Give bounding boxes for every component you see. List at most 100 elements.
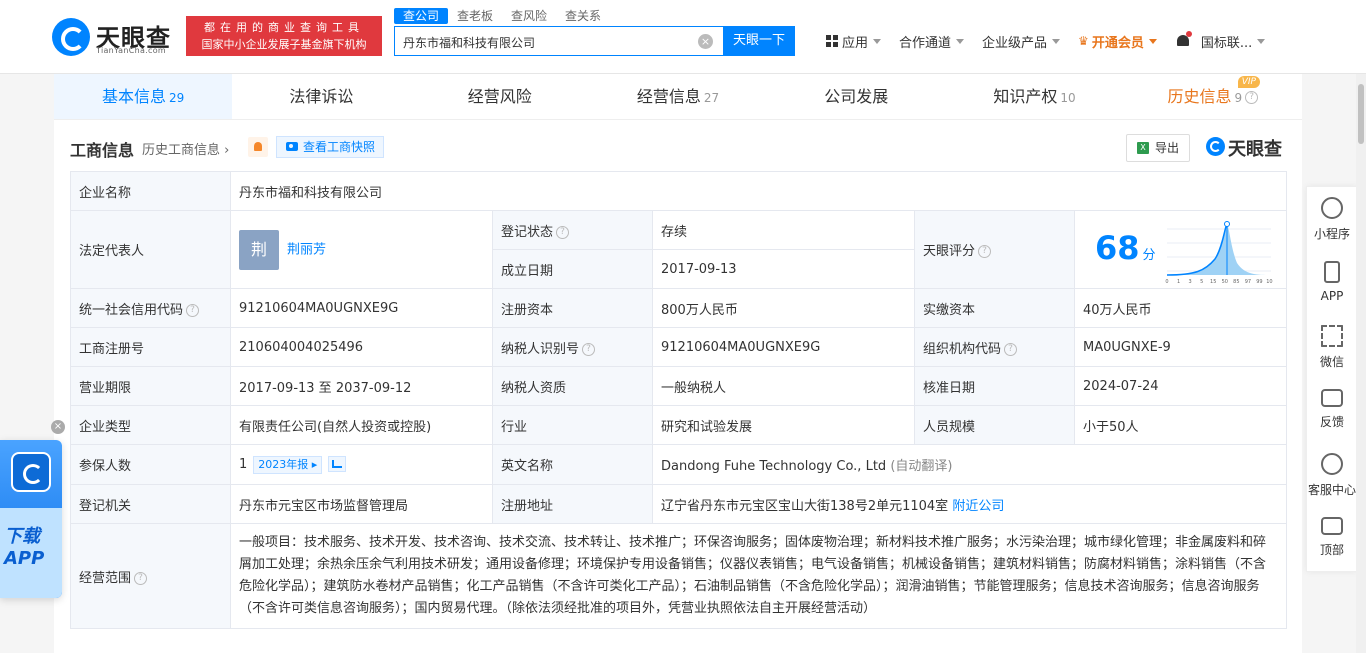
- tab-count: 29: [169, 91, 185, 105]
- clear-icon[interactable]: ×: [698, 34, 713, 49]
- score-unit: 分: [1142, 248, 1156, 263]
- tab-label: 经营信息: [636, 87, 701, 106]
- chevron-down-icon: [873, 38, 882, 44]
- snapshot-label: 查看工商快照: [303, 140, 376, 154]
- annual-report-button[interactable]: 2023年报 ▸: [253, 455, 323, 474]
- nav-user[interactable]: 国标联...: [1200, 32, 1266, 51]
- label-insured: 参保人数: [70, 444, 231, 485]
- sidebar-label: 反馈: [1319, 415, 1344, 429]
- score-marker: [1224, 221, 1230, 227]
- legal-rep-link[interactable]: 荆丽芳: [287, 242, 326, 257]
- score-value: 68: [1095, 229, 1140, 267]
- snapshot-button[interactable]: 查看工商快照: [276, 136, 384, 158]
- help-icon[interactable]: ?: [1245, 91, 1259, 104]
- label-reg-no: 工商注册号: [70, 327, 231, 367]
- logo-icon: [52, 18, 90, 56]
- score-cell[interactable]: 68分 0 1 3 5 15 50 85 97 99 100: [1073, 210, 1288, 289]
- org-code: MA0UGNXE-9: [1073, 327, 1288, 367]
- score-display: 68 分: [1095, 229, 1156, 267]
- search-tab-risk[interactable]: 查风险: [502, 8, 556, 24]
- page-scrollbar[interactable]: [1356, 74, 1366, 653]
- scrollbar-thumb[interactable]: [1358, 84, 1364, 144]
- reg-address: 辽宁省丹东市元宝区宝山大街138号2单元1104室: [661, 498, 949, 514]
- nav-apps[interactable]: 应用: [826, 32, 882, 51]
- sidebar-item-wechat[interactable]: 微信: [1307, 315, 1357, 379]
- industry: 研究和试验发展: [652, 405, 915, 445]
- sidebar-item-feedback[interactable]: 反馈: [1307, 379, 1357, 443]
- search-tab-boss[interactable]: 查老板: [448, 8, 502, 24]
- sidebar-item-top[interactable]: 顶部: [1307, 507, 1357, 571]
- founded-date: 2017-09-13: [652, 249, 915, 289]
- score-tick-label: 15: [1210, 279, 1216, 285]
- notification-bell-icon[interactable]: [1175, 31, 1192, 49]
- history-info-link[interactable]: 历史工商信息 ›: [142, 139, 229, 158]
- label-status: 登记状态?: [492, 210, 653, 250]
- tab-legal[interactable]: 法律诉讼: [232, 74, 410, 119]
- chevron-down-icon: [1148, 38, 1157, 44]
- label-taxpayer-id: 纳税人识别号?: [492, 327, 653, 367]
- sidebar-item-miniprogram[interactable]: 小程序: [1307, 187, 1357, 251]
- tab-ip[interactable]: 知识产权 10: [945, 74, 1123, 119]
- tab-risk[interactable]: 经营风险: [411, 74, 589, 119]
- customer-service-icon: [1321, 453, 1343, 475]
- staff-size: 小于50人: [1073, 405, 1288, 445]
- tab-basic-info[interactable]: 基本信息 29: [54, 74, 233, 119]
- tab-label: 公司发展: [824, 87, 889, 106]
- top-nav: 应用 合作通道 企业级产品 ♛ 开通会员 国标联...: [826, 30, 1283, 52]
- label-taxpayer-qual: 纳税人资质: [492, 366, 653, 406]
- help-icon[interactable]: ?: [978, 245, 992, 258]
- reg-capital: 800万人民币: [652, 288, 915, 328]
- nav-coop[interactable]: 合作通道: [899, 32, 965, 51]
- logo[interactable]: 天眼查 TianYanCha.com: [52, 16, 182, 60]
- search-tab-relation[interactable]: 查关系: [556, 8, 610, 24]
- sidebar-item-service[interactable]: 客服中心: [1307, 443, 1357, 507]
- score-ticks: 0 1 3 5 15 50 85 97 99 100: [1165, 279, 1273, 285]
- tab-development[interactable]: 公司发展: [767, 74, 945, 119]
- scope-label-text: 经营范围: [79, 570, 132, 586]
- help-icon[interactable]: ?: [582, 342, 596, 356]
- crown-icon: ♛: [1078, 34, 1089, 48]
- nav-user-label: 国标联...: [1200, 35, 1253, 51]
- close-icon[interactable]: ×: [51, 420, 65, 434]
- camera-icon: [286, 142, 298, 151]
- label-address: 注册地址: [492, 484, 653, 524]
- nearby-companies-link[interactable]: 附近公司: [952, 499, 1004, 514]
- nav-enterprise[interactable]: 企业级产品: [982, 32, 1061, 51]
- tab-label: 知识产权: [993, 87, 1058, 106]
- table-row: 企业类型 有限责任公司(自然人投资或控股) 行业 研究和试验发展 人员规模 小于…: [70, 405, 1288, 445]
- search-tab-company[interactable]: 查公司: [394, 8, 449, 24]
- score-tick-label: 99: [1256, 279, 1262, 285]
- slogan-banner: 都在用的商业查询工具 国家中小企业发展子基金旗下机构: [186, 16, 382, 56]
- app-logo-icon: [11, 452, 51, 492]
- search-button[interactable]: 天眼一下: [723, 26, 795, 56]
- label-company-type: 企业类型: [70, 405, 231, 445]
- table-row: 登记机关 丹东市元宝区市场监督管理局 注册地址 辽宁省丹东市元宝区宝山大街138…: [70, 484, 1288, 524]
- org-code-label-text: 组织机构代码: [923, 341, 1002, 357]
- help-icon[interactable]: ?: [556, 225, 570, 239]
- sidebar-item-app[interactable]: APP: [1307, 251, 1357, 315]
- help-icon[interactable]: ?: [186, 303, 200, 317]
- score-tick-label: 97: [1245, 279, 1251, 285]
- tab-operation[interactable]: 经营信息 27: [589, 74, 767, 119]
- nav-vip[interactable]: ♛ 开通会员: [1078, 32, 1157, 51]
- table-row: 企业名称 丹东市福和科技有限公司: [70, 171, 1288, 211]
- avatar[interactable]: 荆: [239, 229, 279, 270]
- trend-chart-icon[interactable]: [328, 456, 347, 472]
- score-tick-label: 3: [1189, 279, 1192, 285]
- nav-enterprise-label: 企业级产品: [982, 35, 1048, 51]
- monitor-bell-icon[interactable]: [248, 137, 268, 157]
- tab-history[interactable]: VIP 历史信息 9?: [1124, 74, 1302, 119]
- vip-badge: VIP: [1237, 76, 1260, 88]
- label-score: 天眼评分?: [914, 210, 1075, 289]
- download-app-float[interactable]: 下载 APP: [0, 440, 62, 598]
- export-label: 导出: [1155, 141, 1180, 155]
- search-input[interactable]: [403, 33, 693, 51]
- export-button[interactable]: X 导出: [1126, 134, 1190, 162]
- help-icon[interactable]: ?: [1004, 342, 1018, 356]
- score-tick-label: 50: [1222, 279, 1228, 285]
- feedback-icon: [1321, 389, 1343, 407]
- table-row: 参保人数 1 2023年报 ▸ 英文名称 Dandong Fuhe Technol…: [70, 444, 1288, 485]
- company-type: 有限责任公司(自然人投资或控股): [230, 405, 493, 445]
- help-icon[interactable]: ?: [134, 571, 148, 585]
- phone-icon: [1324, 261, 1340, 283]
